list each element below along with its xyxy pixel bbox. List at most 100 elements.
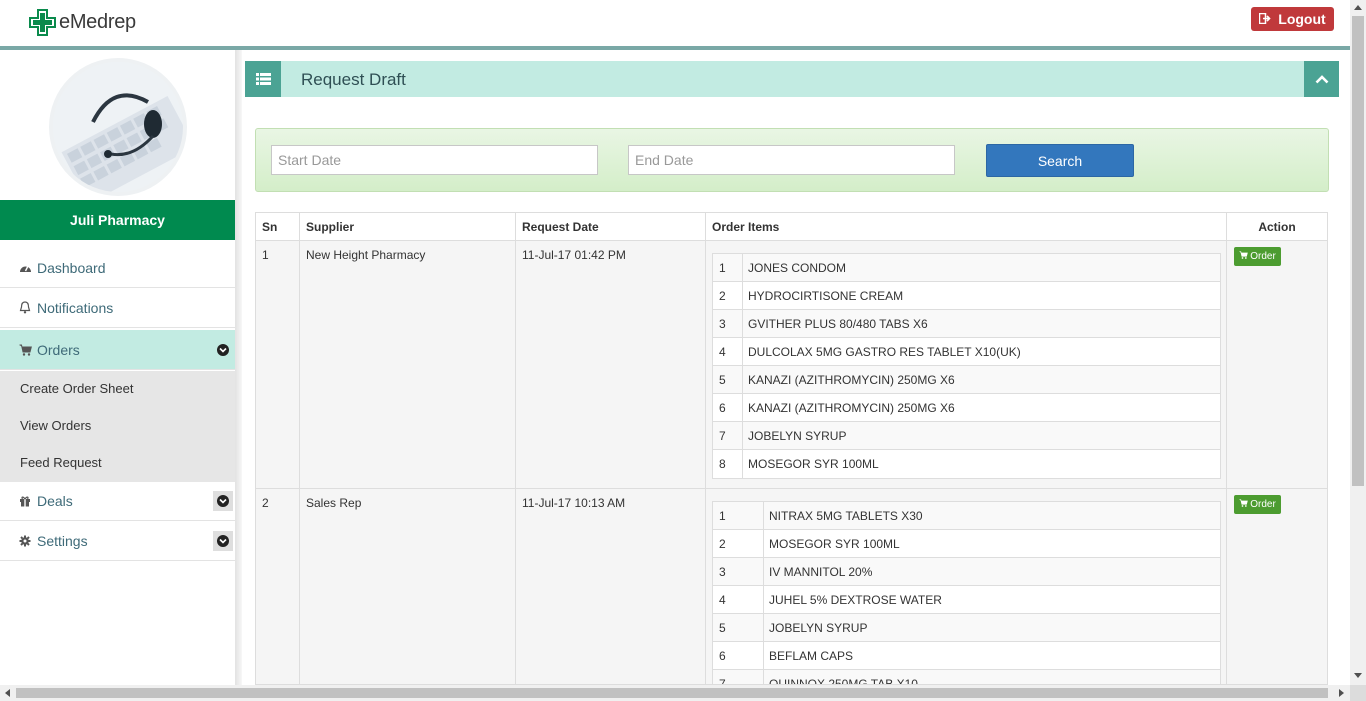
list-item: 1 NITRAX 5MG TABLETS X30 [713, 502, 1220, 530]
list-item: 1 JONES CONDOM [713, 254, 1220, 282]
scroll-right-arrow-icon[interactable] [1339, 689, 1344, 697]
scrollbar-corner [1350, 685, 1366, 701]
order-button[interactable]: Order [1234, 247, 1281, 266]
scroll-up-arrow-icon[interactable] [1354, 5, 1362, 10]
column-header-request-date: Request Date [516, 213, 706, 241]
sidebar-item-orders[interactable]: Orders [0, 330, 235, 370]
order-button-label: Order [1250, 499, 1276, 510]
scroll-down-arrow-icon[interactable] [1354, 673, 1362, 678]
end-date-input[interactable] [628, 145, 955, 175]
item-name: JONES CONDOM [748, 260, 847, 275]
item-number: 7 [713, 422, 743, 449]
item-name: DULCOLAX 5MG GASTRO RES TABLET X10(UK) [748, 344, 1021, 359]
brand-name: eMedrep [59, 10, 136, 33]
list-item: 2 HYDROCIRTISONE CREAM [713, 282, 1220, 310]
sidebar: Juli Pharmacy Dashboard Notifications Or… [0, 50, 235, 685]
item-name: BEFLAM CAPS [769, 648, 854, 663]
pharmacy-avatar [53, 62, 183, 192]
vertical-scroll-thumb[interactable] [1352, 16, 1364, 486]
submenu-feed-request[interactable]: Feed Request [20, 455, 102, 470]
logo[interactable]: eMedrep [29, 8, 136, 36]
column-header-action: Action [1227, 213, 1327, 241]
item-name: HYDROCIRTISONE CREAM [748, 288, 904, 303]
chevron-down-icon[interactable] [213, 340, 233, 360]
sidebar-item-label: Deals [37, 492, 73, 509]
item-name: JUHEL 5% DEXTROSE WATER [769, 592, 942, 607]
pharmacy-name: Juli Pharmacy [0, 200, 235, 240]
submenu-view-orders[interactable]: View Orders [20, 418, 91, 433]
item-name: JOBELYN SYRUP [748, 428, 847, 443]
top-header: eMedrep Logout [0, 0, 1350, 46]
item-name: JOBELYN SYRUP [769, 620, 868, 635]
horizontal-scrollbar[interactable] [0, 685, 1350, 701]
sidebar-edge [235, 50, 242, 685]
sidebar-item-label: Dashboard [37, 259, 106, 276]
item-number: 2 [713, 282, 743, 309]
item-number: 1 [713, 254, 743, 281]
app-window: eMedrep Logout Juli Pharmacy Dashboard N… [0, 0, 1366, 701]
table-row: 2 Sales Rep 11-Jul-17 10:13 AM 1 NITRAX 5… [256, 489, 1327, 685]
item-number: 2 [713, 530, 764, 557]
list-icon [245, 61, 281, 97]
order-button-label: Order [1250, 251, 1276, 262]
submenu-create-order-sheet[interactable]: Create Order Sheet [20, 381, 133, 396]
item-number: 6 [713, 394, 743, 421]
sidebar-item-dashboard[interactable]: Dashboard [0, 248, 235, 288]
orders-submenu: Create Order Sheet View Orders Feed Requ… [0, 371, 235, 482]
list-item: 3 GVITHER PLUS 80/480 TABS X6 [713, 310, 1220, 338]
item-name: MOSEGOR SYR 100ML [748, 457, 879, 471]
horizontal-scroll-thumb[interactable] [16, 688, 1328, 698]
item-number: 5 [713, 614, 764, 641]
cart-icon [18, 343, 32, 357]
chevron-down-icon[interactable] [213, 531, 233, 551]
list-item: 6 BEFLAM CAPS [713, 642, 1220, 670]
sidebar-item-label: Notifications [37, 299, 114, 316]
item-number: 1 [713, 502, 764, 529]
row-sn: 2 [256, 489, 300, 684]
item-number: 5 [713, 366, 743, 393]
start-date-input[interactable] [271, 145, 598, 175]
sidebar-item-notifications[interactable]: Notifications [0, 288, 235, 328]
item-name: QUINNOX 250MG TAB X10 [769, 677, 918, 685]
sign-out-icon [1259, 11, 1271, 27]
headset-keyboard-image [53, 62, 183, 192]
item-name: NITRAX 5MG TABLETS X30 [769, 508, 923, 523]
item-name: KANAZI (AZITHROMYCIN) 250MG X6 [748, 400, 955, 415]
list-item: 5 JOBELYN SYRUP [713, 614, 1220, 642]
chevron-down-icon[interactable] [213, 491, 233, 511]
item-name: IV MANNITOL 20% [769, 564, 873, 579]
medical-cross-icon [29, 8, 56, 36]
dashboard-icon [18, 261, 32, 275]
column-header-order-items: Order Items [706, 213, 1227, 241]
order-items-list: 1 JONES CONDOM 2 HYDROCIRTISONE CREAM 3 GVI… [712, 253, 1221, 479]
item-name: MOSEGOR SYR 100ML [769, 536, 900, 551]
logout-button[interactable]: Logout [1251, 7, 1334, 31]
list-item: 5 KANAZI (AZITHROMYCIN) 250MG X6 [713, 366, 1220, 394]
item-number: 8 [713, 450, 743, 478]
collapse-panel-button[interactable] [1304, 61, 1339, 97]
item-name: KANAZI (AZITHROMYCIN) 250MG X6 [748, 372, 955, 387]
search-button[interactable]: Search [986, 144, 1134, 177]
item-number: 3 [713, 558, 764, 585]
order-button[interactable]: Order [1234, 495, 1281, 514]
page-title: Request Draft [301, 70, 406, 89]
row-sn: 1 [256, 241, 300, 488]
list-item: 6 KANAZI (AZITHROMYCIN) 250MG X6 [713, 394, 1220, 422]
sidebar-item-label: Orders [37, 341, 80, 358]
vertical-scrollbar[interactable] [1350, 0, 1366, 685]
list-item: 2 MOSEGOR SYR 100ML [713, 530, 1220, 558]
scroll-left-arrow-icon[interactable] [5, 689, 10, 697]
sidebar-item-label: Settings [37, 532, 88, 549]
date-filter-bar: Search [255, 128, 1329, 192]
sidebar-item-settings[interactable]: Settings [0, 521, 235, 561]
list-item: 7 JOBELYN SYRUP [713, 422, 1220, 450]
sidebar-item-deals[interactable]: Deals [0, 481, 235, 521]
list-item: 4 DULCOLAX 5MG GASTRO RES TABLET X10(UK) [713, 338, 1220, 366]
table-row: 1 New Height Pharmacy 11-Jul-17 01:42 PM… [256, 241, 1327, 489]
item-number: 4 [713, 586, 764, 613]
panel-header: Request Draft [245, 61, 1339, 97]
chevron-up-icon [1315, 72, 1329, 87]
cart-icon [1239, 499, 1249, 510]
logout-label: Logout [1278, 11, 1326, 27]
item-number: 7 [713, 670, 764, 684]
